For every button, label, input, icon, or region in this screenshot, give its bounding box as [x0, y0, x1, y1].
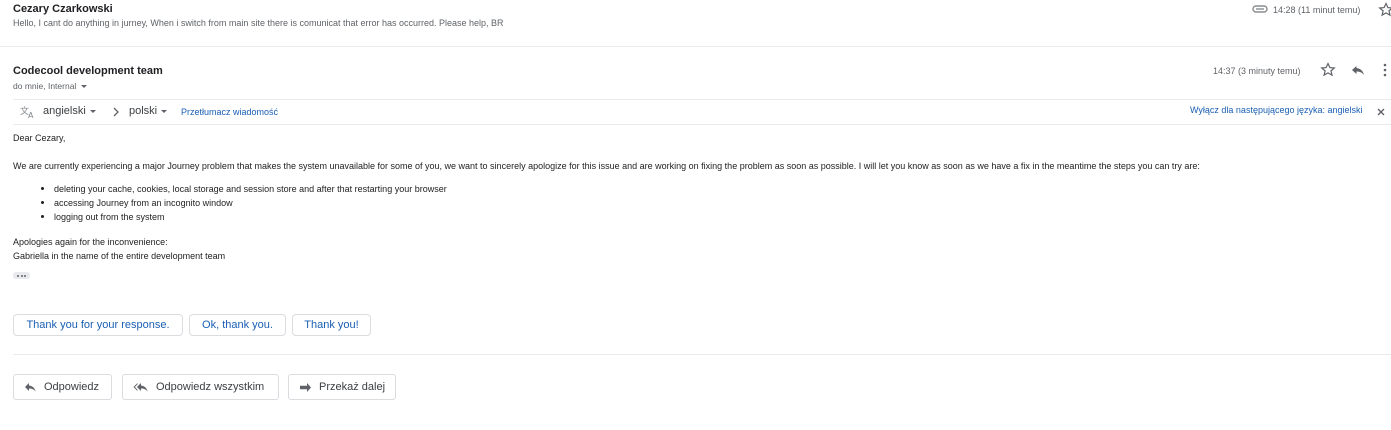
target-language-select[interactable]: polski — [129, 105, 168, 117]
list-item: accessing Journey from an incognito wind… — [40, 196, 447, 210]
smart-reply-chip[interactable]: Ok, thank you. — [189, 314, 286, 336]
reply-icon[interactable] — [1350, 62, 1366, 78]
chevron-down-icon — [161, 109, 168, 113]
divider — [13, 124, 1391, 125]
recipient-details[interactable]: do mnie, Internal — [13, 81, 88, 91]
reply-icon — [24, 382, 37, 393]
more-vert-icon[interactable] — [1380, 62, 1390, 78]
star-icon[interactable] — [1378, 2, 1391, 18]
smart-reply-chip[interactable]: Thank you for your response. — [13, 314, 183, 336]
translate-message-link[interactable]: Przetłumacz wiadomość — [181, 107, 278, 117]
divider — [13, 99, 1391, 100]
signature-line: Gabriella in the name of the entire deve… — [13, 251, 226, 261]
message-snippet: Hello, I cant do anything in jurney, Whe… — [13, 18, 504, 28]
reply-all-button[interactable]: Odpowiedz wszystkim — [122, 374, 279, 400]
reply-button[interactable]: Odpowiedz — [13, 374, 112, 400]
closing-line: Apologies again for the inconvenience: — [13, 237, 168, 247]
greeting: Dear Cezary, — [13, 133, 66, 143]
list-item: deleting your cache, cookies, local stor… — [40, 182, 447, 196]
close-icon[interactable] — [1374, 104, 1388, 120]
sender-name: Cezary Czarkowski — [13, 3, 113, 15]
source-language-label: angielski — [43, 105, 86, 117]
star-icon[interactable] — [1320, 62, 1336, 78]
message-time: 14:37 (3 minuty temu) — [1213, 66, 1301, 76]
divider — [0, 46, 1391, 47]
sender-name: Codecool development team — [13, 65, 163, 77]
steps-list: deleting your cache, cookies, local stor… — [40, 182, 447, 224]
svg-text:A: A — [28, 111, 34, 119]
forward-icon — [299, 382, 312, 393]
forward-label: Przekaż dalej — [319, 381, 386, 393]
recipient-text: do mnie, Internal — [13, 81, 77, 91]
disable-translation-link[interactable]: Wyłącz dla następującego języka: angiels… — [1190, 105, 1363, 115]
reply-all-label: Odpowiedz wszystkim — [156, 381, 265, 393]
chevron-down-icon — [89, 109, 96, 113]
forward-button[interactable]: Przekaż dalej — [288, 374, 396, 400]
target-language-label: polski — [129, 105, 158, 117]
chevron-right-icon — [108, 104, 124, 120]
message-time: 14:28 (11 minut temu) — [1273, 5, 1361, 15]
chevron-down-icon — [81, 84, 88, 88]
translate-icon: 文A — [20, 104, 36, 120]
reply-all-icon — [133, 382, 149, 393]
divider — [13, 354, 1391, 355]
list-item: logging out from the system — [40, 210, 447, 224]
reply-label: Odpowiedz — [44, 381, 100, 393]
smart-reply-chip[interactable]: Thank you! — [292, 314, 371, 336]
show-trimmed-content-button[interactable] — [13, 272, 30, 279]
source-language-select[interactable]: angielski — [43, 105, 96, 117]
attachment-icon — [1252, 1, 1268, 17]
body-paragraph: We are currently experiencing a major Jo… — [13, 161, 1200, 171]
